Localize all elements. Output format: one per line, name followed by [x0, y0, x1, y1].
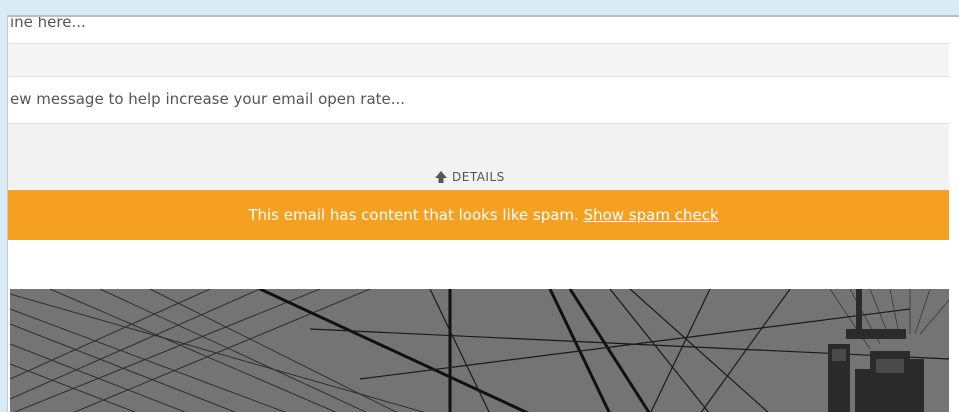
- subject-line-input[interactable]: ine here...: [8, 17, 959, 44]
- field-separator: [8, 44, 959, 77]
- subject-line-placeholder: ine here...: [10, 17, 86, 31]
- details-bar: DETAILS: [8, 124, 959, 189]
- details-toggle-button[interactable]: DETAILS: [434, 169, 505, 185]
- hero-image[interactable]: [10, 289, 950, 412]
- spam-warning-message: This email has content that looks like s…: [248, 206, 584, 224]
- preview-text-placeholder: ew message to help increase your email o…: [10, 90, 406, 108]
- email-editor-panel: ine here... ew message to help increase …: [7, 15, 959, 412]
- preview-text-input[interactable]: ew message to help increase your email o…: [8, 77, 959, 124]
- show-spam-check-link[interactable]: Show spam check: [584, 206, 719, 224]
- bridge-cables-image: [10, 289, 950, 412]
- panel-right-edge: [949, 17, 959, 412]
- spam-warning-banner: This email has content that looks like s…: [8, 190, 959, 240]
- arrow-up-icon: [435, 171, 447, 183]
- details-toggle-label: DETAILS: [452, 170, 505, 184]
